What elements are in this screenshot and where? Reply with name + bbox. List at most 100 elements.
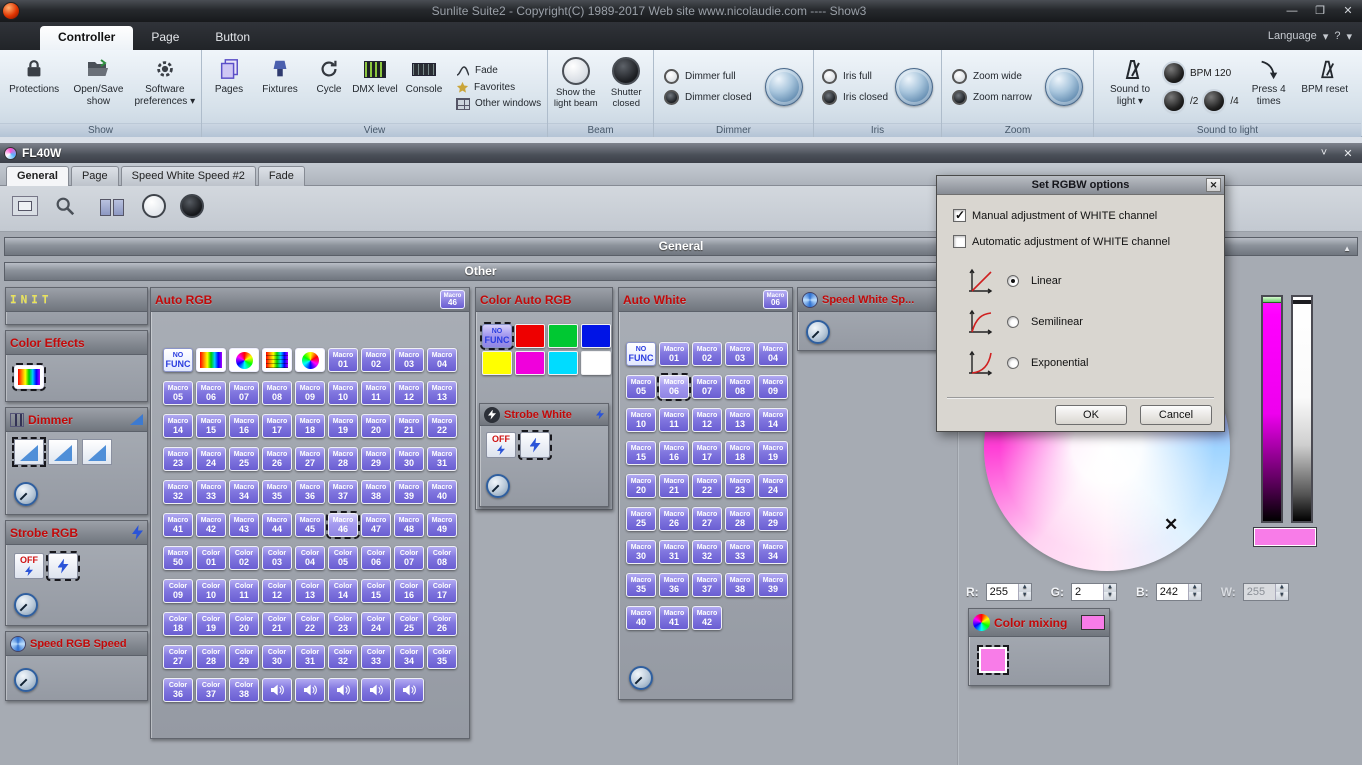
color-15-button[interactable]: Color15 [361,579,391,603]
zoom-knob[interactable] [1045,68,1083,106]
color-19-button[interactable]: Color19 [196,612,226,636]
strobe-on-button[interactable] [48,553,78,579]
macro-31-button[interactable]: Macro31 [427,447,457,471]
macro-37-button[interactable]: Macro37 [328,480,358,504]
linear-radio[interactable] [1007,275,1019,287]
macro-44-button[interactable]: Macro44 [262,513,292,537]
color-30-button[interactable]: Color30 [262,645,292,669]
macro-24-button[interactable]: Macro24 [758,474,788,498]
macro-30-button[interactable]: Macro30 [626,540,656,564]
color-swatch-7-button[interactable] [581,351,611,375]
macro-41-button[interactable]: Macro41 [659,606,689,630]
macro-36-button[interactable]: Macro36 [659,573,689,597]
open-save-show-button[interactable]: Open/Save show [67,53,129,121]
macro-33-button[interactable]: Macro33 [725,540,755,564]
color-38-button[interactable]: Color38 [229,678,259,702]
macro-05-button[interactable]: Macro05 [163,381,193,405]
macro-06-button[interactable]: Macro06 [659,375,689,399]
macro-15-button[interactable]: Macro15 [196,414,226,438]
iris-knob[interactable] [895,68,933,106]
color-23-button[interactable]: Color23 [328,612,358,636]
speaker-button[interactable] [328,678,358,702]
dimmer-preset-button[interactable] [82,439,112,465]
rollup-button[interactable]: ˅ [1314,147,1334,160]
color-28-button[interactable]: Color28 [196,645,226,669]
color-wheel-effect-button[interactable] [229,348,259,372]
spin-up-icon[interactable]: ▲ [1019,584,1031,592]
macro-01-button[interactable]: Macro01 [328,348,358,372]
macro-31-button[interactable]: Macro31 [659,540,689,564]
no-func-button[interactable]: NOFUNC [482,324,512,348]
fade-button[interactable]: Fade [456,65,541,77]
macro-24-button[interactable]: Macro24 [196,447,226,471]
macro-30-button[interactable]: Macro30 [394,447,424,471]
macro-08-button[interactable]: Macro08 [262,381,292,405]
color-04-button[interactable]: Color04 [295,546,325,570]
favorites-button[interactable]: Favorites [456,81,541,94]
strobe-white-off-button[interactable]: OFF [486,432,516,458]
macro-22-button[interactable]: Macro22 [427,414,457,438]
speaker-button[interactable] [394,678,424,702]
blue-input[interactable]: ▲▼ [1156,583,1202,601]
macro-35-button[interactable]: Macro35 [626,573,656,597]
spin-down-icon[interactable]: ▼ [1189,592,1201,600]
iris-closed-button[interactable]: Iris closed [822,87,888,108]
semilinear-radio[interactable] [1007,316,1019,328]
macro-13-button[interactable]: Macro13 [725,408,755,432]
split-view-button[interactable] [100,199,124,216]
color-29-button[interactable]: Color29 [229,645,259,669]
macro-22-button[interactable]: Macro22 [692,474,722,498]
language-menu[interactable]: Language [1268,30,1317,42]
macro-20-button[interactable]: Macro20 [626,474,656,498]
red-value[interactable] [987,584,1017,600]
macro-39-button[interactable]: Macro39 [758,573,788,597]
color-35-button[interactable]: Color35 [427,645,457,669]
color-20-button[interactable]: Color20 [229,612,259,636]
fader-thumb[interactable] [1263,297,1281,303]
divide-4-knob[interactable] [1204,91,1224,111]
dimmer-dial[interactable] [14,482,38,506]
spin-down-icon[interactable]: ▼ [1104,592,1116,600]
macro-03-button[interactable]: Macro03 [725,342,755,366]
black-beam-button[interactable] [180,194,204,218]
color-02-button[interactable]: Color02 [229,546,259,570]
dialog-titlebar[interactable]: Set RGBW options ✕ [937,176,1224,195]
macro-38-button[interactable]: Macro38 [361,480,391,504]
macro-11-button[interactable]: Macro11 [659,408,689,432]
fader-thumb[interactable] [1293,300,1311,304]
macro-36-button[interactable]: Macro36 [295,480,325,504]
macro-47-button[interactable]: Macro47 [361,513,391,537]
macro-17-button[interactable]: Macro17 [262,414,292,438]
macro-45-button[interactable]: Macro45 [295,513,325,537]
tab-page[interactable]: Page [71,166,119,186]
color-01-button[interactable]: Color01 [196,546,226,570]
macro-26-button[interactable]: Macro26 [262,447,292,471]
macro-02-button[interactable]: Macro02 [692,342,722,366]
macro-09-button[interactable]: Macro09 [758,375,788,399]
red-input[interactable]: ▲▼ [986,583,1032,601]
macro-42-button[interactable]: Macro42 [196,513,226,537]
color-07-button[interactable]: Color07 [394,546,424,570]
automatic-white-checkbox[interactable] [953,235,966,248]
macro-34-button[interactable]: Macro34 [229,480,259,504]
blue-value[interactable] [1157,584,1187,600]
macro-08-button[interactable]: Macro08 [725,375,755,399]
macro-18-button[interactable]: Macro18 [295,414,325,438]
macro-21-button[interactable]: Macro21 [659,474,689,498]
color-34-button[interactable]: Color34 [394,645,424,669]
macro-11-button[interactable]: Macro11 [361,381,391,405]
macro-10-button[interactable]: Macro10 [626,408,656,432]
color-16-button[interactable]: Color16 [394,579,424,603]
strobe-white-dial[interactable] [486,474,510,498]
macro-20-button[interactable]: Macro20 [361,414,391,438]
strobe-rgb-dial[interactable] [14,593,38,617]
color-25-button[interactable]: Color25 [394,612,424,636]
window-close-button[interactable]: ✕ [1338,147,1358,160]
color-swatch-1-button[interactable] [515,324,545,348]
macro-04-button[interactable]: Macro04 [758,342,788,366]
ok-button[interactable]: OK [1055,405,1127,425]
macro-29-button[interactable]: Macro29 [758,507,788,531]
color-12-button[interactable]: Color12 [262,579,292,603]
color-spiral-effect-button[interactable] [295,348,325,372]
sound-to-light-button[interactable]: Sound to light ▾ [1102,53,1158,121]
